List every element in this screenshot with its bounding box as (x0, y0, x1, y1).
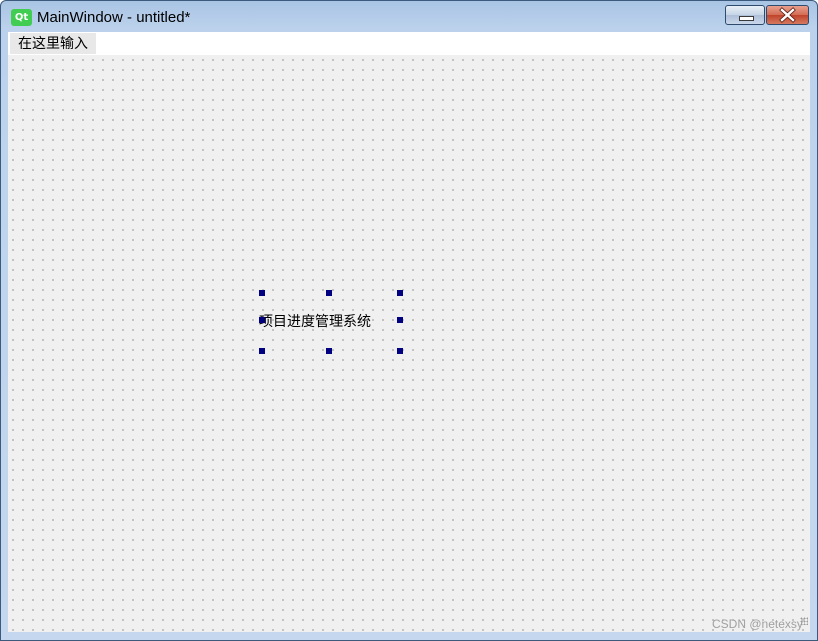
selected-label-widget[interactable]: 项目进度管理系统 (259, 290, 403, 354)
minimize-icon (739, 16, 754, 21)
form-design-canvas[interactable]: 项目进度管理系统 (8, 55, 810, 632)
menu-bar: 在这里输入 (8, 32, 810, 55)
label-text[interactable]: 项目进度管理系统 (259, 311, 371, 331)
resize-handle-bottom-center[interactable] (326, 348, 332, 354)
resize-handle-top-center[interactable] (326, 290, 332, 296)
resize-handle-bottom-left[interactable] (259, 348, 265, 354)
resize-handle-top-left[interactable] (259, 290, 265, 296)
qt-logo-icon: Qt (11, 9, 32, 26)
size-grip-icon[interactable] (800, 617, 808, 625)
resize-handle-top-right[interactable] (397, 290, 403, 296)
resize-handle-middle-right[interactable] (397, 317, 403, 323)
menu-type-here[interactable]: 在这里输入 (10, 33, 96, 54)
main-window: Qt MainWindow - untitled* 在这里输入 项目进度管理系统 (0, 0, 818, 641)
resize-handle-bottom-right[interactable] (397, 348, 403, 354)
close-icon (779, 7, 796, 23)
title-bar[interactable]: Qt MainWindow - untitled* (1, 1, 817, 32)
client-area: 在这里输入 项目进度管理系统 (8, 32, 810, 632)
minimize-button[interactable] (725, 5, 765, 25)
watermark: CSDN @netexsy (712, 617, 803, 631)
window-title: MainWindow - untitled* (37, 9, 191, 26)
resize-handle-middle-left[interactable] (259, 317, 265, 323)
close-button[interactable] (766, 5, 809, 25)
